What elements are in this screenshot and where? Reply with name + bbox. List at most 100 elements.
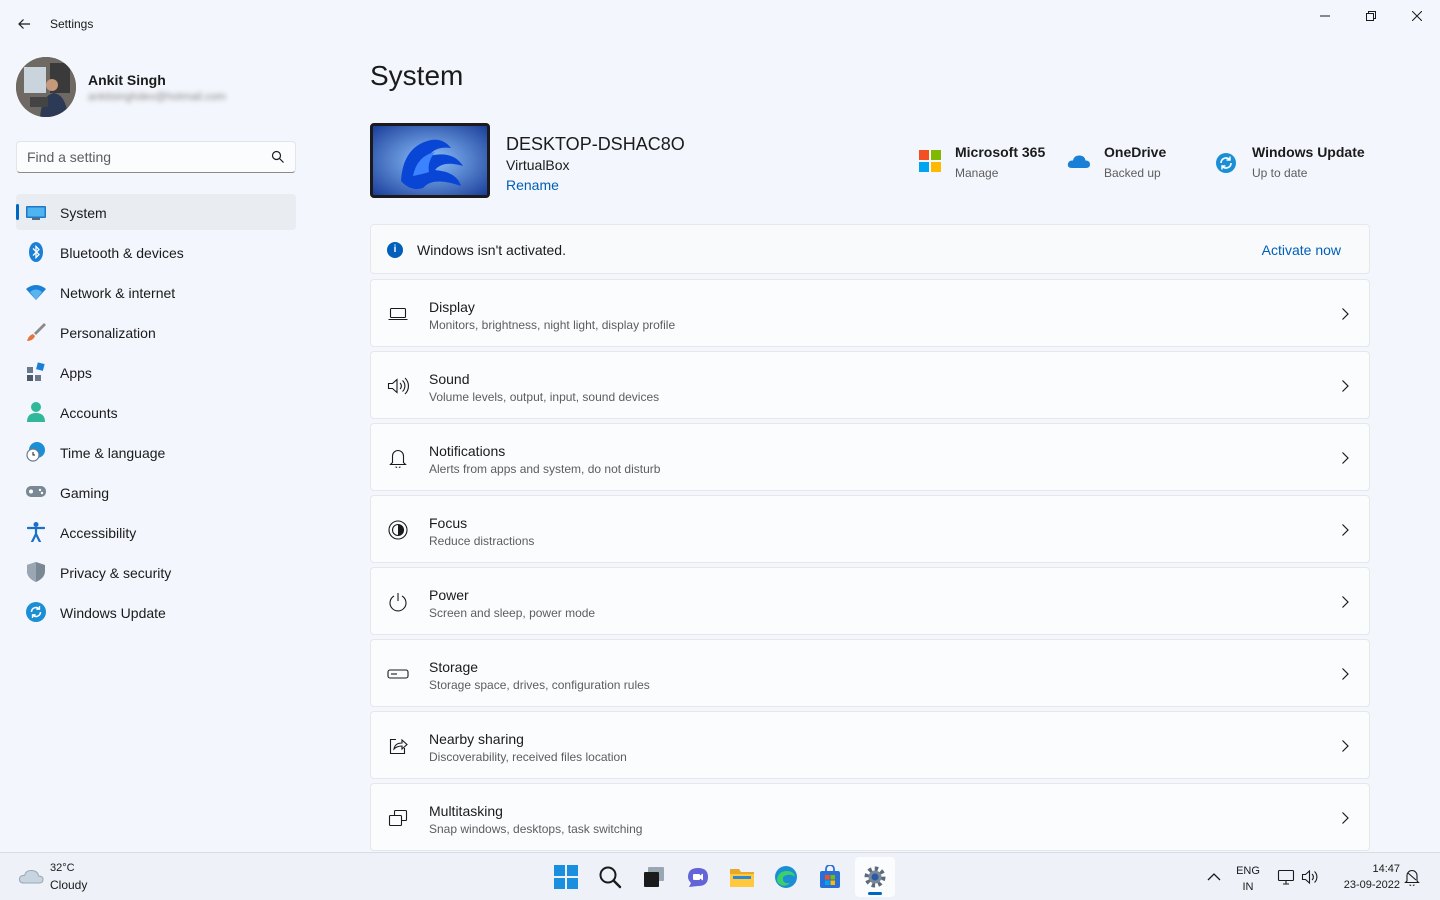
setting-row-multitasking[interactable]: Multitasking Snap windows, desktops, tas… [370, 783, 1370, 851]
sidebar-item-privacy[interactable]: Privacy & security [16, 554, 296, 590]
gamepad-icon [26, 482, 46, 502]
sidebar-item-label: Gaming [60, 485, 110, 501]
search-input[interactable] [27, 148, 257, 166]
chat-button[interactable] [678, 857, 718, 897]
person-icon [26, 402, 46, 422]
tile-title: Windows Update [1252, 144, 1365, 160]
taskbar: 32°C Cloudy ENG IN 14:47 23-09-2022 [0, 852, 1440, 900]
notification-center-button[interactable] [1402, 867, 1422, 887]
setting-title: Multitasking [429, 803, 503, 819]
store-icon [820, 865, 840, 888]
tile-subtitle: Backed up [1104, 166, 1161, 180]
rename-link[interactable]: Rename [506, 177, 559, 193]
multitask-icon [387, 807, 409, 829]
minimize-button[interactable] [1302, 0, 1348, 32]
setting-title: Sound [429, 371, 470, 387]
setting-subtitle: Reduce distractions [429, 534, 535, 548]
bluetooth-icon [26, 242, 46, 262]
sidebar-item-label: System [60, 205, 107, 221]
user-name: Ankit Singh [88, 72, 166, 88]
sidebar-item-label: Time & language [60, 445, 166, 461]
tile-title: OneDrive [1104, 144, 1167, 160]
page-title: System [370, 60, 464, 91]
sync-icon [26, 602, 46, 622]
sidebar-item-apps[interactable]: Apps [16, 354, 296, 390]
user-profile[interactable]: Ankit Singh ankitsinghdev@hotmail.com [16, 57, 316, 117]
banner-message: Windows isn't activated. [417, 242, 566, 258]
weather-condition: Cloudy [50, 878, 88, 892]
edge-icon [775, 866, 797, 888]
info-icon: i [387, 242, 403, 258]
sidebar-item-accounts[interactable]: Accounts [16, 394, 296, 430]
task-view-button[interactable] [634, 857, 674, 897]
taskbar-search-button[interactable] [590, 857, 630, 897]
sidebar-item-gaming[interactable]: Gaming [16, 474, 296, 510]
setting-row-notifications[interactable]: Notifications Alerts from apps and syste… [370, 423, 1370, 491]
settings-list: Display Monitors, brightness, night ligh… [370, 279, 1370, 855]
setting-title: Storage [429, 659, 479, 675]
close-icon [1412, 11, 1422, 21]
show-hidden-icons-button[interactable] [1204, 867, 1224, 887]
edge-browser-button[interactable] [766, 857, 806, 897]
microsoft-logo-icon [919, 150, 941, 172]
sidebar-item-accessibility[interactable]: Accessibility [16, 514, 296, 550]
title-bar: Settings [0, 0, 1440, 48]
back-button[interactable] [12, 12, 36, 36]
chevron-right-icon [1342, 740, 1349, 752]
sidebar-item-windows-update[interactable]: Windows Update [16, 594, 296, 630]
sidebar-item-personalization[interactable]: Personalization [16, 314, 296, 350]
laptop-icon [387, 303, 409, 325]
search-icon[interactable] [271, 150, 285, 164]
sidebar-item-label: Apps [60, 365, 92, 381]
setting-row-nearby-sharing[interactable]: Nearby sharing Discoverability, received… [370, 711, 1370, 779]
chat-icon [688, 868, 708, 887]
share-icon [387, 735, 409, 757]
restore-button[interactable] [1348, 0, 1394, 32]
volume-button[interactable] [1300, 867, 1320, 887]
chevron-right-icon [1342, 380, 1349, 392]
chevron-right-icon [1342, 452, 1349, 464]
tile-windows-update[interactable]: Windows Update Up to date [1215, 143, 1365, 183]
sidebar-item-system[interactable]: System [16, 194, 296, 230]
input-language-indicator[interactable]: ENG IN [1234, 863, 1262, 895]
activate-now-link[interactable]: Activate now [1262, 242, 1341, 258]
bell-icon [387, 447, 409, 469]
setting-subtitle: Screen and sleep, power mode [429, 606, 596, 620]
bell-icon [1404, 870, 1420, 886]
sidebar-item-network[interactable]: Network & internet [16, 274, 296, 310]
sidebar-item-label: Personalization [60, 325, 156, 341]
weather-temperature: 32°C [50, 862, 75, 874]
start-button[interactable] [546, 857, 586, 897]
globe-clock-icon [26, 442, 46, 462]
network-status-button[interactable] [1276, 867, 1296, 887]
sidebar-item-label: Windows Update [60, 605, 166, 621]
setting-row-storage[interactable]: Storage Storage space, drives, configura… [370, 639, 1370, 707]
search-box[interactable] [16, 141, 296, 173]
shield-icon [26, 562, 46, 582]
windows-logo-icon [554, 865, 578, 889]
setting-title: Focus [429, 515, 468, 531]
focus-icon [387, 519, 409, 541]
tile-onedrive[interactable]: OneDrive Backed up [1067, 143, 1197, 183]
close-button[interactable] [1394, 0, 1440, 32]
back-arrow-icon [18, 19, 30, 29]
microsoft-store-button[interactable] [810, 857, 850, 897]
network-icon [1277, 869, 1295, 885]
user-email: ankitsinghdev@hotmail.com [88, 91, 226, 103]
setting-row-sound[interactable]: Sound Volume levels, output, input, soun… [370, 351, 1370, 419]
setting-title: Power [429, 587, 469, 603]
tile-microsoft-365[interactable]: Microsoft 365 Manage [918, 143, 1058, 183]
region-code: IN [1242, 881, 1254, 893]
task-view-icon [644, 867, 664, 887]
setting-row-focus[interactable]: Focus Reduce distractions [370, 495, 1370, 563]
file-explorer-button[interactable] [722, 857, 762, 897]
sidebar-item-time-language[interactable]: Time & language [16, 434, 296, 470]
setting-row-power[interactable]: Power Screen and sleep, power mode [370, 567, 1370, 635]
sidebar-item-label: Accessibility [60, 525, 137, 541]
sidebar-item-bluetooth[interactable]: Bluetooth & devices [16, 234, 296, 270]
device-thumbnail [370, 123, 490, 198]
setting-row-display[interactable]: Display Monitors, brightness, night ligh… [370, 279, 1370, 347]
sidebar-item-label: Accounts [60, 405, 118, 421]
settings-app-button[interactable] [855, 857, 895, 897]
system-clock[interactable]: 14:47 23-09-2022 [1330, 861, 1400, 893]
